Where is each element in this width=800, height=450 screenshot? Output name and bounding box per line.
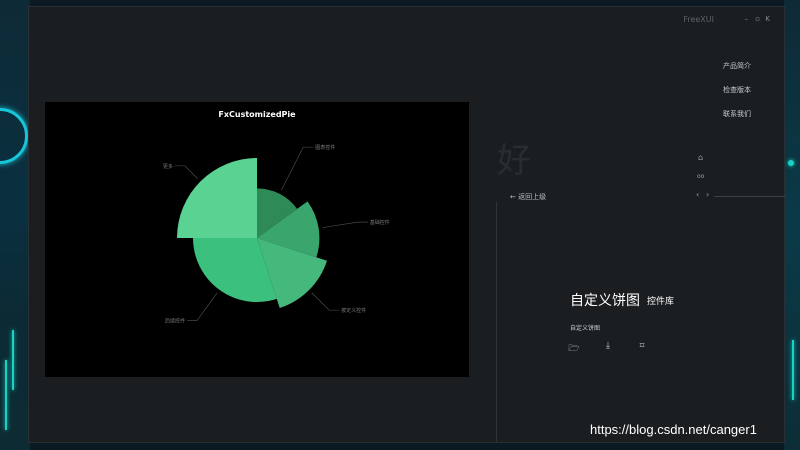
- link-icon[interactable]: oo: [697, 173, 704, 180]
- page-subtitle: 控件库: [647, 297, 675, 307]
- pie-leader-line: [311, 292, 340, 311]
- pie-label: 后续控件: [165, 318, 185, 325]
- home-icon[interactable]: ⌂: [698, 153, 703, 162]
- pie-label: 更多: [163, 163, 173, 170]
- chevron-left-icon[interactable]: ‹: [696, 190, 699, 199]
- arrow-left-icon: ←: [510, 193, 516, 201]
- chevron-right-icon[interactable]: ›: [706, 190, 709, 199]
- code-icon[interactable]: ⌗: [635, 341, 649, 351]
- minimize-icon[interactable]: –: [745, 15, 749, 23]
- chart-panel: FxCustomizedPie 更多 图表控件 基础控件 按定义控件 后续控件: [45, 102, 469, 377]
- pie-leader-line: [322, 221, 368, 228]
- folder-open-icon[interactable]: 🗁: [567, 341, 581, 357]
- background-glow-bar: [12, 330, 14, 390]
- menu-item-contact-us[interactable]: 联系我们: [723, 109, 751, 119]
- menu-item-check-version[interactable]: 检查版本: [723, 85, 751, 95]
- pie-leader-line: [281, 146, 314, 191]
- page-title: 自定义饼图: [570, 293, 640, 309]
- divider: [496, 202, 497, 442]
- background-glow-bar: [788, 160, 794, 166]
- page-description: 自定义饼图: [570, 325, 601, 332]
- url-watermark: https://blog.csdn.net/canger1: [590, 422, 757, 437]
- back-link[interactable]: ← 返回上级: [510, 192, 546, 202]
- pie-label: 图表控件: [315, 144, 335, 151]
- background-glow-bar: [792, 340, 794, 400]
- back-link-label: 返回上级: [518, 193, 547, 201]
- restore-icon[interactable]: ▫: [755, 15, 760, 23]
- pie-leader-line: [174, 165, 198, 179]
- pie-label: 按定义控件: [341, 307, 366, 314]
- background-glow-bar: [5, 360, 7, 430]
- divider: [714, 196, 786, 197]
- pie-leader-line: [187, 292, 218, 321]
- download-icon[interactable]: ⤓: [601, 341, 615, 351]
- window-title: FreeXUI: [683, 15, 714, 24]
- pie-label: 基础控件: [370, 219, 390, 226]
- pie-chart: 更多 图表控件基础控件按定义控件后续控件: [163, 144, 390, 325]
- menu-item-product-intro[interactable]: 产品简介: [723, 61, 751, 71]
- background-watermark-char: 好: [497, 141, 531, 181]
- close-icon[interactable]: K: [765, 15, 770, 23]
- app-window: FreeXUI – ▫ K 好 FxCustomizedPie 更多 图表控件 基础…: [28, 6, 786, 443]
